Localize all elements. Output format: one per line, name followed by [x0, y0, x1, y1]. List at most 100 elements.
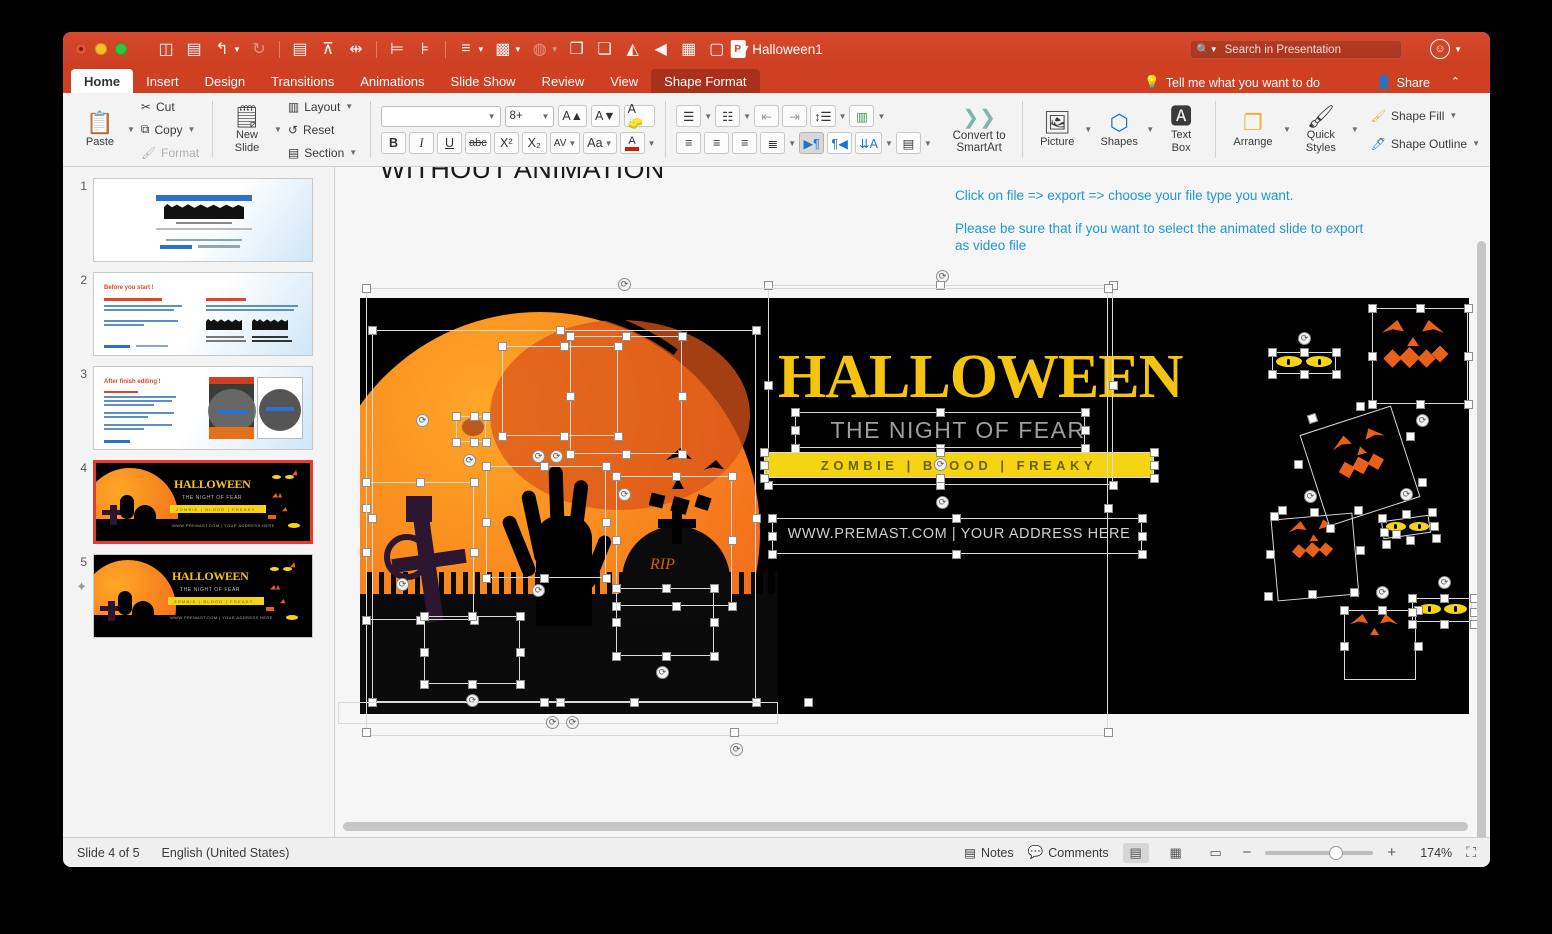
instruction-note-1[interactable]: Click on file => export => choose your f…	[955, 187, 1293, 204]
rtl-button[interactable]: ¶◀	[827, 132, 853, 154]
change-case-caret-icon[interactable]: ▼	[605, 139, 613, 148]
shape-fill-button[interactable]: 🖌 Shape Fill ▼	[1368, 105, 1483, 127]
thumbnail-row-3[interactable]: 3 After finish editing !	[63, 361, 334, 455]
font-name-caret-icon[interactable]: ▼	[488, 112, 496, 121]
bullets-caret-icon[interactable]: ▼	[704, 112, 712, 121]
tomb-cross-horizontal[interactable]	[658, 519, 696, 528]
text-direction-caret-icon[interactable]: ▼	[885, 139, 893, 148]
slide-address[interactable]: WWW.PREMAST.COM | YOUR ADDRESS HERE	[764, 526, 1154, 542]
line-spacing-caret-icon[interactable]: ▼	[839, 112, 847, 121]
picture-button[interactable]: 🖼 Picture	[1033, 111, 1081, 148]
slide-headline[interactable]: HALLOWEEN	[778, 346, 1183, 408]
strikethrough-button[interactable]: abc	[465, 132, 491, 154]
align-grid-icon[interactable]: ▤	[287, 36, 313, 62]
quick-styles-caret-icon[interactable]: ▼	[1351, 125, 1359, 134]
font-color-caret-icon[interactable]: ▼	[648, 139, 656, 148]
bring-forward-icon[interactable]: ❐	[564, 36, 590, 62]
character-spacing-button[interactable]: AV ▼	[549, 132, 581, 154]
sidebar-toggle-icon[interactable]: ◫	[153, 36, 179, 62]
flip-icon[interactable]: ◭	[620, 36, 646, 62]
quick-styles-button[interactable]: 🖌 Quick Styles	[1294, 105, 1348, 154]
cut-button[interactable]: ✂ Cut	[138, 96, 202, 118]
view-reading-button[interactable]: ▭	[1203, 843, 1229, 863]
zoom-slider[interactable]	[1265, 845, 1374, 860]
line-spacing-button[interactable]: ↕☰	[810, 105, 836, 127]
convert-to-smartart-button[interactable]: ❯❯ Convert to SmartArt	[939, 93, 1020, 166]
clear-formatting-button[interactable]: A🧽	[623, 102, 656, 130]
zoom-out-button[interactable]: −	[1243, 844, 1252, 861]
rip-text[interactable]: RIP	[650, 556, 675, 574]
maximize-window-button[interactable]	[115, 43, 127, 55]
slide-title-above[interactable]: WITHOUT ANIMATION	[380, 167, 665, 185]
tab-transitions[interactable]: Transitions	[258, 69, 347, 93]
slide-editor[interactable]: WITHOUT ANIMATION Click on file => expor…	[335, 167, 1490, 837]
new-slide-caret-icon[interactable]: ▼	[274, 125, 282, 134]
shape-fill-caret-icon[interactable]: ▼	[1449, 111, 1457, 120]
play-slideshow-icon[interactable]: ◀	[648, 36, 674, 62]
subscript-button[interactable]: X₂	[521, 132, 547, 154]
horizontal-scrollbar-thumb[interactable]	[343, 822, 1468, 831]
align-top-icon[interactable]: ⊼	[315, 36, 341, 62]
slide-thumbnail-4[interactable]: HALLOWEEN THE NIGHT OF FEAR ZOMBIE | BLO…	[93, 460, 313, 544]
share-button[interactable]: 👤 Share	[1376, 75, 1430, 90]
save-icon[interactable]: ▤	[181, 36, 207, 62]
decrease-indent-button[interactable]: ⇤	[754, 105, 780, 127]
shapes-caret-icon[interactable]: ▼	[1146, 125, 1154, 134]
increase-indent-button[interactable]: ⇥	[782, 105, 808, 127]
undo-caret-icon[interactable]: ▼	[233, 45, 241, 54]
shapes-button[interactable]: ⬡ Shapes	[1095, 111, 1143, 148]
layout-caret-icon[interactable]: ▼	[345, 102, 353, 111]
instruction-note-2[interactable]: Please be sure that if you want to selec…	[955, 220, 1375, 254]
vertical-scrollbar-thumb[interactable]	[1477, 241, 1486, 837]
thumbnail-row-1[interactable]: 1	[63, 173, 334, 267]
underline-button[interactable]: U	[437, 132, 463, 154]
align-right-icon[interactable]: ⊧	[412, 36, 438, 62]
animation-star-icon[interactable]: ✦	[69, 579, 87, 595]
columns-button[interactable]: ▥	[849, 105, 875, 127]
shrink-font-button[interactable]: A▼	[591, 105, 620, 127]
thumbnail-row-5[interactable]: 5 ✦ HALLOWEEN THE NIGHT OF FEAR ZOMBIE |…	[63, 549, 334, 643]
align-left-button[interactable]: ≡	[676, 132, 702, 154]
tab-view[interactable]: View	[597, 69, 651, 93]
slide-thumbnail-1[interactable]	[93, 178, 313, 262]
reset-button[interactable]: ↺ Reset	[285, 119, 360, 141]
zoom-in-button[interactable]: +	[1387, 844, 1396, 861]
cross-grave-shape[interactable]	[384, 496, 478, 623]
view-slide-sorter-button[interactable]: ▦	[1163, 843, 1189, 863]
feedback-caret-icon[interactable]: ▼	[1454, 45, 1462, 54]
fit-slide-button[interactable]: ⛶	[1466, 844, 1476, 861]
copy-button[interactable]: ⧉ Copy ▼	[138, 119, 202, 141]
thumbnail-row-2[interactable]: 2 Before you start !	[63, 267, 334, 361]
minimize-window-button[interactable]	[95, 43, 107, 55]
tab-review[interactable]: Review	[529, 69, 598, 93]
italic-button[interactable]: I	[409, 132, 435, 154]
view-normal-button[interactable]: ▤	[1122, 842, 1149, 863]
zoom-slider-knob[interactable]	[1329, 845, 1344, 860]
notes-button[interactable]: ▤ Notes	[964, 845, 1013, 861]
superscript-button[interactable]: X²	[493, 132, 519, 154]
language-indicator[interactable]: English (United States)	[162, 846, 290, 860]
tab-design[interactable]: Design	[192, 69, 258, 93]
slide-thumbnail-pane[interactable]: 1 2 Before you start ! 3 After finish ed…	[63, 167, 335, 837]
align-text-caret-icon[interactable]: ▼	[924, 139, 932, 148]
section-button[interactable]: ▤ Section ▼	[285, 142, 360, 164]
vertical-scrollbar[interactable]	[1476, 173, 1487, 837]
font-name-input[interactable]: ▼	[381, 105, 501, 127]
tab-home[interactable]: Home	[71, 69, 134, 93]
shape-outline-button[interactable]: 🖊 Shape Outline ▼	[1368, 133, 1483, 155]
undo-icon[interactable]: ↰	[209, 36, 235, 62]
slide-canvas[interactable]: RIP HALLOWEEN THE NIGHT OF FEAR ZOMBIE |…	[338, 270, 1479, 756]
paste-caret-icon[interactable]: ▼	[127, 125, 135, 134]
picture-icon[interactable]: ▦	[676, 36, 702, 62]
justify-button[interactable]: ≣	[760, 132, 786, 154]
send-backward-icon[interactable]: ❑	[592, 36, 618, 62]
tell-me-box[interactable]: 💡 Tell me what you want to do	[1144, 75, 1320, 90]
tab-animations[interactable]: Animations	[347, 69, 437, 93]
close-window-button[interactable]	[75, 43, 87, 55]
bullets-button[interactable]: ☰	[676, 105, 702, 127]
columns-caret-icon[interactable]: ▼	[877, 112, 885, 121]
thumbnail-row-4[interactable]: 4 HALLOWEEN THE NIGHT OF FEAR ZOMBIE | B…	[63, 455, 334, 549]
align-text-button[interactable]: ▤	[895, 132, 921, 154]
text-box-button[interactable]: 🅰 Text Box	[1157, 105, 1205, 154]
tab-shape-format[interactable]: Shape Format	[651, 69, 760, 93]
